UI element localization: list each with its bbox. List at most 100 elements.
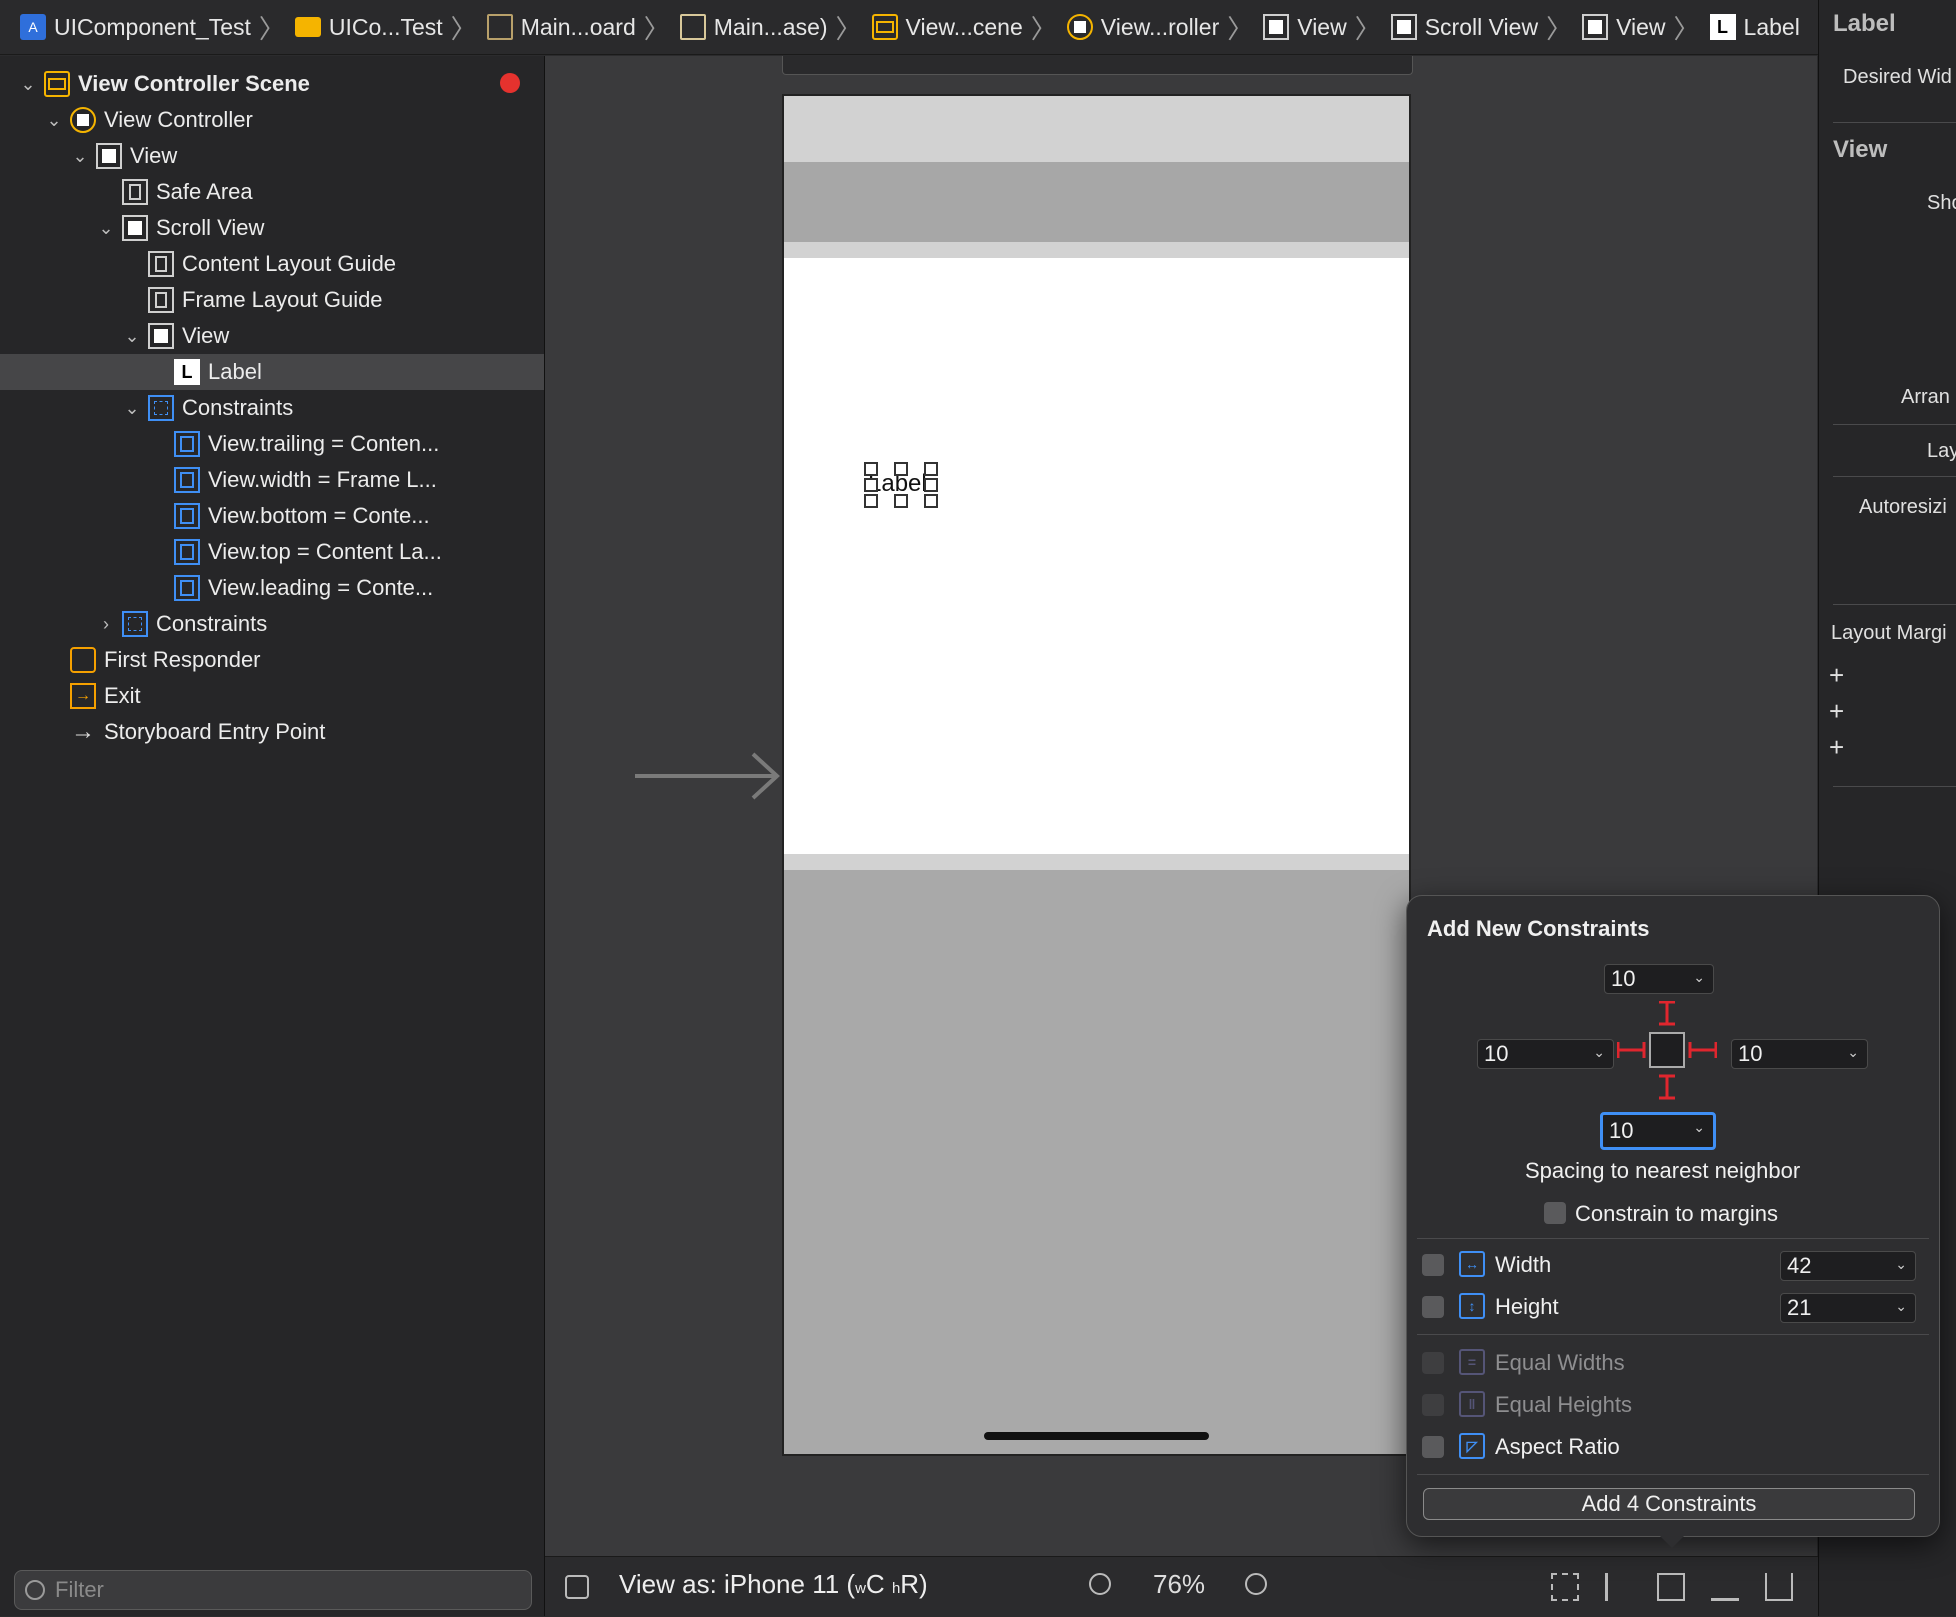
width-value-field[interactable]: 42 ⌄ [1780,1251,1916,1281]
scroll-view-top [784,162,1409,242]
resize-handle[interactable] [924,478,938,492]
resize-handle[interactable] [924,494,938,508]
outline-row-label: Scroll View [156,215,265,240]
outline-row-label: Safe Area [156,179,253,204]
filter-field[interactable]: Filter [14,1570,532,1610]
outline-row[interactable]: ⌄ View Controller [0,102,544,138]
entry-point-arrow-icon[interactable] [635,746,785,806]
view-icon [148,323,174,349]
resize-handle[interactable] [894,494,908,508]
outline-row[interactable]: ⌄ Scroll View [0,210,544,246]
outline-row-label: View [130,143,178,168]
constraint-icon [174,467,200,493]
crumb-view-controller[interactable]: View...roller [1066,14,1219,41]
disclosure-open-icon[interactable]: ⌄ [122,398,142,418]
crumb-project[interactable]: A UIComponent_Test [20,14,251,41]
add-constraints-popover: Add New Constraints 10 ⌄ 10 ⌄ 10 ⌄ 10 ⌄ Spac… [1406,895,1940,1537]
add-constraints-icon[interactable] [1657,1573,1685,1601]
top-spacing-field[interactable]: 10 ⌄ [1604,964,1714,994]
scroll-divider-top [784,242,1409,258]
outline-row[interactable]: View.trailing = Conten... [0,426,544,462]
crumb-storyboard[interactable]: Main...oard [486,13,636,41]
disclosure-open-icon[interactable]: ⌄ [96,218,116,238]
disclosure-open-icon[interactable]: ⌄ [18,74,38,94]
chevron-down-icon: ⌄ [1847,1044,1859,1060]
crumb-scene[interactable]: View...cene [871,14,1023,41]
resize-handle[interactable] [864,494,878,508]
device-frame[interactable]: Label [782,94,1411,1456]
crumb-label-item[interactable]: L Label [1709,14,1800,41]
storyboard-file-icon [679,14,706,40]
view-section-header: View [1833,136,1888,163]
content-view[interactable]: Label [784,258,1409,854]
height-label: Height [1495,1294,1559,1319]
right-spacing-field[interactable]: 10 ⌄ [1731,1039,1868,1069]
outline-row-label: View.bottom = Conte... [208,503,430,528]
outline-row[interactable]: View.leading = Conte... [0,570,544,606]
outline-row[interactable]: → Storyboard Entry Point [0,714,544,750]
device-selector[interactable]: View as: iPhone 11 (wC hR) [619,1569,928,1600]
disclosure-open-icon[interactable]: ⌄ [70,146,90,166]
chevron-down-icon: ⌄ [1693,1119,1705,1135]
outline-row[interactable]: First Responder [0,642,544,678]
outline-row-label: Storyboard Entry Point [104,719,326,744]
outline-row[interactable]: ⌄ View [0,318,544,354]
device-selector-label: View as: iPhone 11 ( [619,1569,856,1599]
outline-row[interactable]: View.top = Content La... [0,534,544,570]
height-value-field[interactable]: 21 ⌄ [1780,1293,1916,1323]
left-spacing-field[interactable]: 10 ⌄ [1477,1039,1614,1069]
outline-row[interactable]: View.bottom = Conte... [0,498,544,534]
constrain-margins-checkbox[interactable] [1544,1202,1566,1224]
pin-diagram [1617,1001,1717,1100]
resize-handle[interactable] [864,462,878,476]
aspect-ratio-checkbox[interactable] [1422,1436,1444,1458]
crumb-label: Scroll View [1424,13,1539,40]
sidebar-toggle-icon[interactable] [565,1575,589,1599]
layout-guide-icon [122,179,148,205]
outline-row[interactable]: ⌄ Constraints [0,390,544,426]
crumb-storyboard-base[interactable]: Main...ase) [679,14,828,41]
align-icon[interactable] [1605,1573,1633,1601]
zoom-out-icon[interactable] [1089,1573,1111,1595]
bottom-spacing-field[interactable]: 10 ⌄ [1600,1112,1716,1150]
outline-row[interactable]: Content Layout Guide [0,246,544,282]
outline-row[interactable]: Safe Area [0,174,544,210]
outline-row[interactable]: → Exit [0,678,544,714]
crumb-view[interactable]: View [1263,14,1347,41]
embed-in-icon[interactable] [1765,1573,1793,1601]
outline-row[interactable]: Frame Layout Guide [0,282,544,318]
error-icon[interactable] [500,73,520,93]
resize-handle[interactable] [864,478,878,492]
disclosure-open-icon[interactable]: ⌄ [122,326,142,346]
resize-handle[interactable] [894,462,908,476]
outline-row[interactable]: › Constraints [0,606,544,642]
crumb-content-view[interactable]: View [1582,14,1666,41]
disclosure-closed-icon[interactable]: › [96,614,116,634]
update-frames-icon[interactable] [1551,1573,1579,1601]
resize-handle[interactable] [924,462,938,476]
width-checkbox[interactable] [1422,1254,1444,1276]
label-element[interactable]: Label [864,462,938,508]
size-class-c: C [865,1569,885,1599]
outline-row[interactable]: L Label [0,354,544,390]
zoom-in-icon[interactable] [1245,1573,1267,1595]
height-checkbox[interactable] [1422,1296,1444,1318]
outline-row[interactable]: ⌄ View Controller Scene [0,66,544,102]
plus-icon[interactable]: + [1829,732,1844,763]
outline-row-label: View.leading = Conte... [208,575,434,600]
outline-row-label: View.trailing = Conten... [208,431,440,456]
canvas-bottom-bar: View as: iPhone 11 (wC hR) 76% [545,1556,1818,1617]
crumb-label: Main...oard [520,13,636,40]
crumb-scroll-view[interactable]: Scroll View [1390,13,1539,41]
folder-icon [294,17,321,37]
add-constraints-button[interactable]: Add 4 Constraints [1423,1488,1915,1520]
plus-icon[interactable]: + [1829,696,1844,727]
crumb-folder[interactable]: UICo...Test [294,14,443,41]
outline-row[interactable]: View.width = Frame L... [0,462,544,498]
scene-dock [782,56,1413,75]
plus-icon[interactable]: + [1829,660,1844,691]
constraint-icon [174,575,200,601]
outline-row[interactable]: ⌄ View [0,138,544,174]
resolve-issues-icon[interactable] [1711,1573,1739,1601]
disclosure-open-icon[interactable]: ⌄ [44,110,64,130]
